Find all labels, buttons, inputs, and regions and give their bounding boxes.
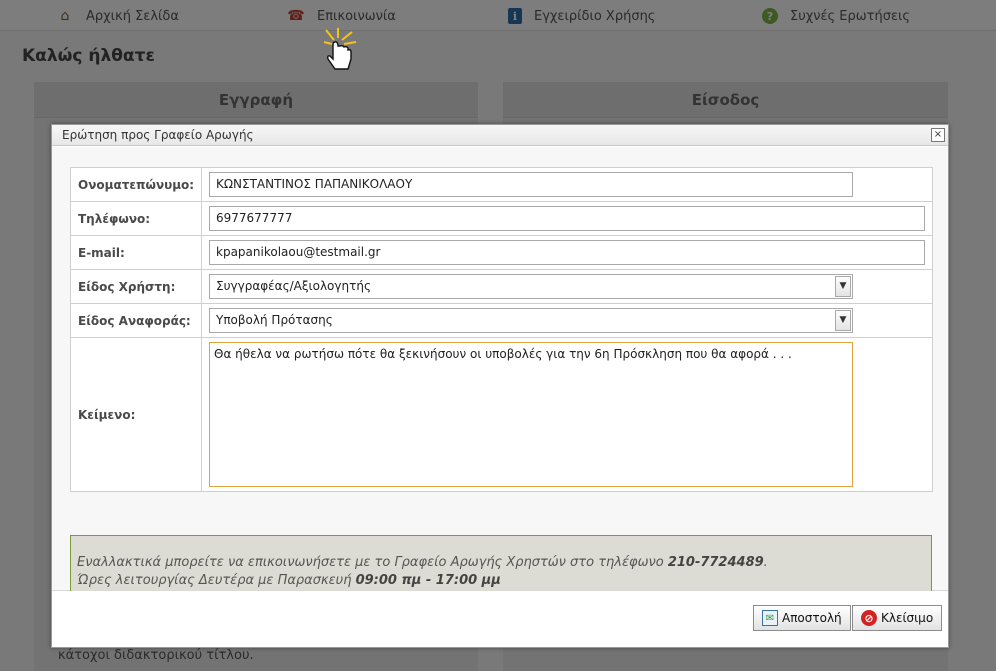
dialog-footer: ✉ Αποστολή ⊘ Κλείσιμο — [52, 591, 948, 647]
name-field[interactable]: ΚΩΝΣΤΑΝΤΙΝΟΣ ΠΑΠΑΝΙΚΟΛΑΟΥ — [209, 172, 853, 197]
dialog-title: Ερώτηση προς Γραφείο Αρωγής — [62, 128, 254, 142]
help-desk-dialog: Ερώτηση προς Γραφείο Αρωγής × Ονοματεπών… — [51, 124, 949, 648]
inquiry-form: Ονοματεπώνυμο: ΚΩΝΣΤΑΝΤΙΝΟΣ ΠΑΠΑΝΙΚΟΛΑΟΥ… — [70, 167, 933, 492]
note-phone: 210-7724489 — [667, 555, 764, 570]
no-entry-icon: ⊘ — [861, 610, 877, 626]
phone-field[interactable]: 6977677777 — [209, 206, 925, 231]
close-icon[interactable]: × — [931, 128, 945, 142]
report-type-value: Υποβολή Πρότασης — [216, 313, 333, 327]
close-button[interactable]: ⊘ Κλείσιμο — [852, 605, 943, 631]
contact-info-note: Εναλλακτικά μπορείτε να επικοινωνήσετε μ… — [70, 535, 932, 595]
close-button-label: Κλείσιμο — [881, 611, 934, 625]
send-button-label: Αποστολή — [782, 611, 842, 625]
hand-cursor-icon — [323, 28, 357, 70]
dialog-body: Ονοματεπώνυμο: ΚΩΝΣΤΑΝΤΙΝΟΣ ΠΑΠΑΝΙΚΟΛΑΟΥ… — [52, 147, 948, 595]
note-text: Εναλλακτικά μπορείτε να επικοινωνήσετε μ… — [77, 555, 668, 570]
message-textarea[interactable]: Θα ήθελα να ρωτήσω πότε θα ξεκινήσουν οι… — [209, 342, 853, 487]
note-period: . — [763, 555, 768, 570]
send-button[interactable]: ✉ Αποστολή — [753, 605, 851, 631]
note-hours: 09:00 πμ - 17:00 μμ — [355, 573, 501, 588]
chevron-down-icon[interactable]: ▼ — [835, 276, 851, 297]
send-mail-icon: ✉ — [762, 610, 778, 626]
report-type-label: Είδος Αναφοράς: — [70, 303, 202, 338]
email-field[interactable]: kpapanikolaou@testmail.gr — [209, 240, 925, 265]
report-type-select[interactable]: Υποβολή Πρότασης ▼ — [209, 308, 853, 333]
phone-label: Τηλέφωνο: — [70, 201, 202, 236]
user-type-select[interactable]: Συγγραφέας/Αξιολογητής ▼ — [209, 274, 853, 299]
user-type-label: Είδος Χρήστη: — [70, 269, 202, 304]
name-label: Ονοματεπώνυμο: — [70, 167, 202, 202]
email-label: E-mail: — [70, 235, 202, 270]
user-type-value: Συγγραφέας/Αξιολογητής — [216, 279, 371, 293]
note-hours-text: Ώρες λειτουργίας Δευτέρα με Παρασκευή — [77, 573, 356, 588]
dialog-titlebar: Ερώτηση προς Γραφείο Αρωγής × — [52, 125, 948, 146]
message-label: Κείμενο: — [70, 337, 202, 492]
chevron-down-icon[interactable]: ▼ — [835, 310, 851, 331]
